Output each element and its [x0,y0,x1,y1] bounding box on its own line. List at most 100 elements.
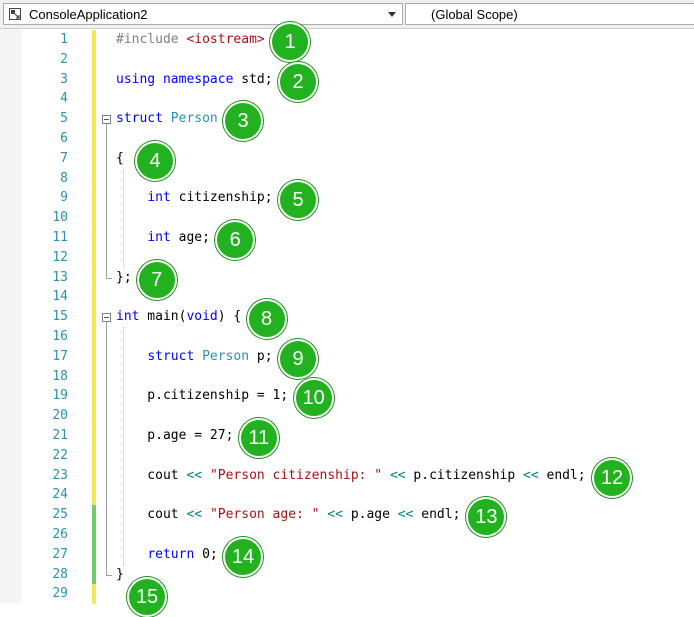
line-number: 27 [52,546,68,562]
code-token-keyword: struct [147,348,195,364]
code-line[interactable]: struct Person [116,111,218,126]
line-number: 23 [52,467,68,483]
outline-end [106,574,112,576]
step-number-badge: 1 [270,22,311,62]
line-number: 5 [60,111,68,127]
line-number: 12 [52,249,68,265]
line-number: 24 [52,487,68,503]
code-token-keyword: int [147,190,171,206]
code-line[interactable]: cout << "Person age: " << p.age << endl; [116,507,460,522]
scope-name: (Global Scope) [431,7,518,22]
scope-dropdown[interactable]: (Global Scope) [405,3,694,25]
line-number: 28 [52,566,68,582]
change-indicator-bar [92,584,96,605]
step-number-badge: 9 [278,338,318,379]
line-number: 7 [60,150,68,166]
code-token: std; [233,71,273,87]
line-number: 16 [52,329,68,344]
indent-guide [123,327,124,565]
outline-line [106,322,107,575]
step-number-badge: 4 [135,140,175,181]
line-number: 1 [60,32,68,47]
step-number-badge: 2 [278,61,318,102]
code-token: endl; [538,467,586,483]
code-token-keyword: struct [116,111,163,127]
code-line[interactable]: struct Person p; [116,348,273,364]
navigation-bar: ConsoleApplication2 (Global Scope) [0,0,694,29]
line-number: 13 [52,269,68,285]
code-token: }; [116,269,132,285]
step-number-badge: 7 [136,259,177,300]
step-number-badge: 15 [127,576,167,617]
code-token-keyword: int [147,230,171,245]
step-number-badge: 10 [293,378,334,419]
code-token-operator: << [327,507,343,523]
code-token: ) { [217,309,242,325]
step-number-badge: 8 [246,299,287,340]
code-line[interactable]: p.citizenship = 1; [116,388,288,403]
code-token: main( [139,309,187,325]
collapse-toggle-icon[interactable] [102,313,111,323]
outline-line [106,124,107,278]
code-token-operator: << [186,507,203,523]
line-number: 29 [52,586,68,602]
project-dropdown[interactable]: ConsoleApplication2 [3,3,403,25]
line-number: 9 [60,190,68,206]
outline-end [106,277,112,279]
code-token: p.citizenship [405,467,524,483]
line-number: 6 [60,131,68,146]
line-number: 10 [52,210,68,226]
code-line[interactable]: int main(void) { [116,309,241,324]
line-number: 17 [52,348,68,364]
code-line[interactable]: } [116,567,124,582]
line-number: 20 [52,408,68,424]
code-token: p.citizenship = 1; [116,388,289,404]
step-number-badge: 3 [223,101,264,142]
code-token-operator: << [186,467,203,483]
line-number: 21 [52,428,68,443]
code-token-keyword: void [186,309,218,325]
step-number-badge: 6 [215,220,256,260]
project-name: ConsoleApplication2 [29,7,148,22]
code-token: 0; [194,546,218,562]
code-line[interactable]: int citizenship; [116,190,272,206]
code-token: p; [249,348,273,364]
code-token-preprocessor: #include [116,32,187,47]
collapse-toggle-icon[interactable] [102,115,111,125]
code-token-keyword: namespace [162,71,234,87]
step-number-badge: 5 [278,180,318,221]
code-line[interactable]: using namespace std; [116,72,273,87]
code-line[interactable]: p.age = 27; [116,428,233,443]
code-line[interactable]: return 0; [116,546,218,562]
code-line[interactable]: { [116,151,124,166]
code-line[interactable]: }; [116,270,132,285]
code-editor[interactable]: 1 #include <iostream> 2 3 using namespace st… [0,22,694,617]
code-token: } [116,566,124,582]
code-token-keyword: return [147,546,195,562]
code-token: endl; [413,507,461,523]
code-token-keyword: using [116,71,156,87]
line-number: 3 [60,71,68,87]
code-token: p.age [343,507,398,523]
line-number: 19 [52,388,68,404]
code-token-keyword: int [116,309,140,325]
code-token: age; [170,230,210,245]
line-number: 14 [52,289,68,305]
code-token-type: Person [170,111,218,127]
code-token-string: <iostream> [186,32,265,47]
chevron-down-icon[interactable] [388,12,396,17]
indicator-margin [0,29,22,603]
code-token-type: Person [202,348,250,364]
line-number: 15 [52,309,68,325]
code-line[interactable]: #include <iostream> [116,32,265,47]
code-token-operator: << [397,507,414,523]
code-line[interactable]: cout << "Person citizenship: " << p.citi… [116,467,586,483]
code-line[interactable]: int age; [116,230,210,245]
